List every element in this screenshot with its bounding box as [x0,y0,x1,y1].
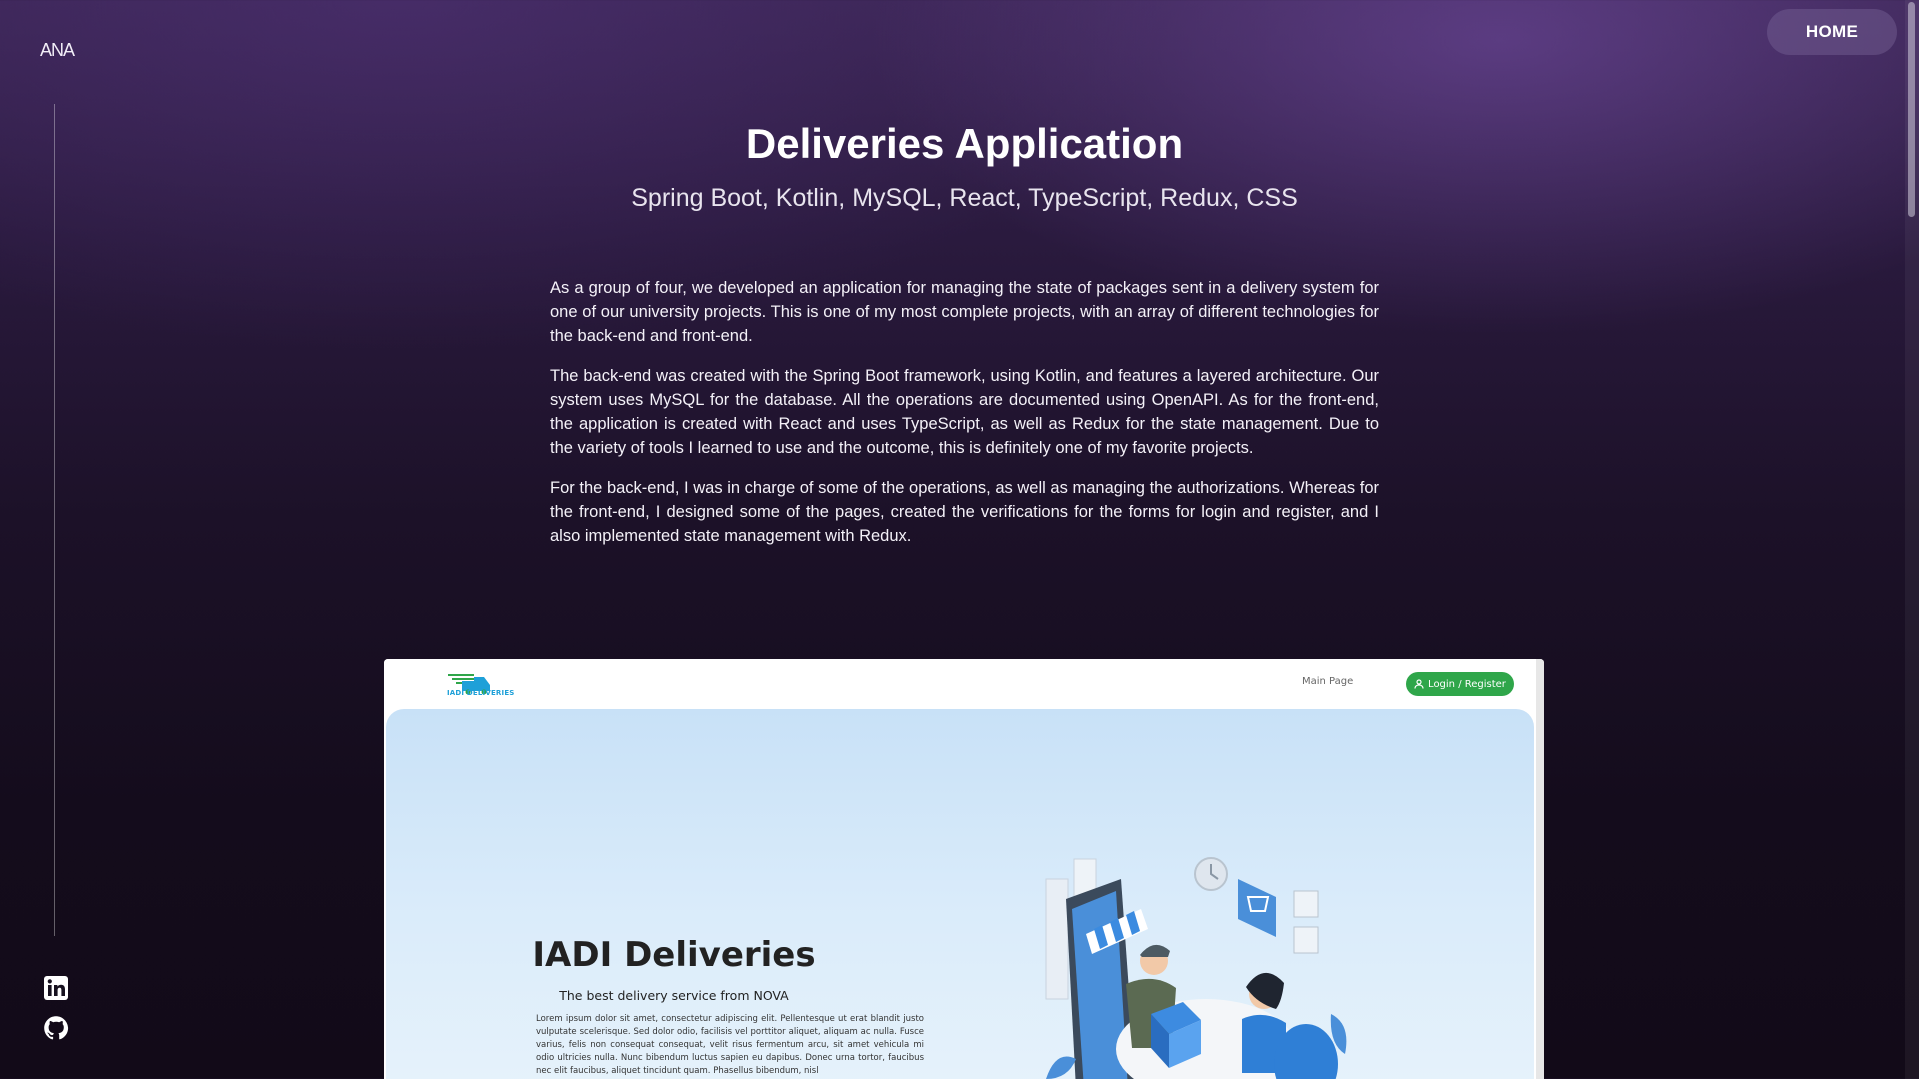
description-paragraph: For the back-end, I was in charge of som… [550,479,1379,545]
description-paragraph: The back-end was created with the Spring… [550,367,1379,457]
screenshot-navbar: IADI DELIVERIES Main Page Login / Regist… [384,659,1544,709]
linkedin-icon[interactable] [43,975,69,1001]
github-icon[interactable] [43,1015,69,1041]
screenshot-login-label: Login / Register [1428,678,1506,690]
project-title: Deliveries Application [745,120,1184,167]
screenshot-scrollbar [1536,659,1544,1079]
sidebar-divider [54,104,55,936]
screenshot-hero-tagline: The best delivery service from NOVA [559,988,789,1003]
project-tech-stack: Spring Boot, Kotlin, MySQL, React, TypeS… [631,184,1298,212]
home-button[interactable]: HOME [1767,9,1897,55]
description-paragraph: As a group of four, we developed an appl… [550,279,1379,345]
project-description: As a group of four, we developed an appl… [550,276,1379,564]
screenshot-hero-text: Lorem ipsum dolor sit amet, consectetur … [536,1014,924,1076]
screenshot-main-page-link: Main Page [1302,676,1354,687]
screenshot-hero-title: IADI Deliveries [532,935,816,975]
site-logo[interactable]: ANA [40,40,75,61]
screenshot-login-button: Login / Register [1406,672,1514,696]
delivery-illustration [1045,857,1347,1079]
user-icon [1414,679,1424,689]
screenshot-hero: IADI Deliveries The best delivery servic… [386,709,1534,1079]
project-screenshot: IADI DELIVERIES Main Page Login / Regist… [384,659,1544,1079]
screenshot-logo-text: IADI DELIVERIES [447,689,515,697]
